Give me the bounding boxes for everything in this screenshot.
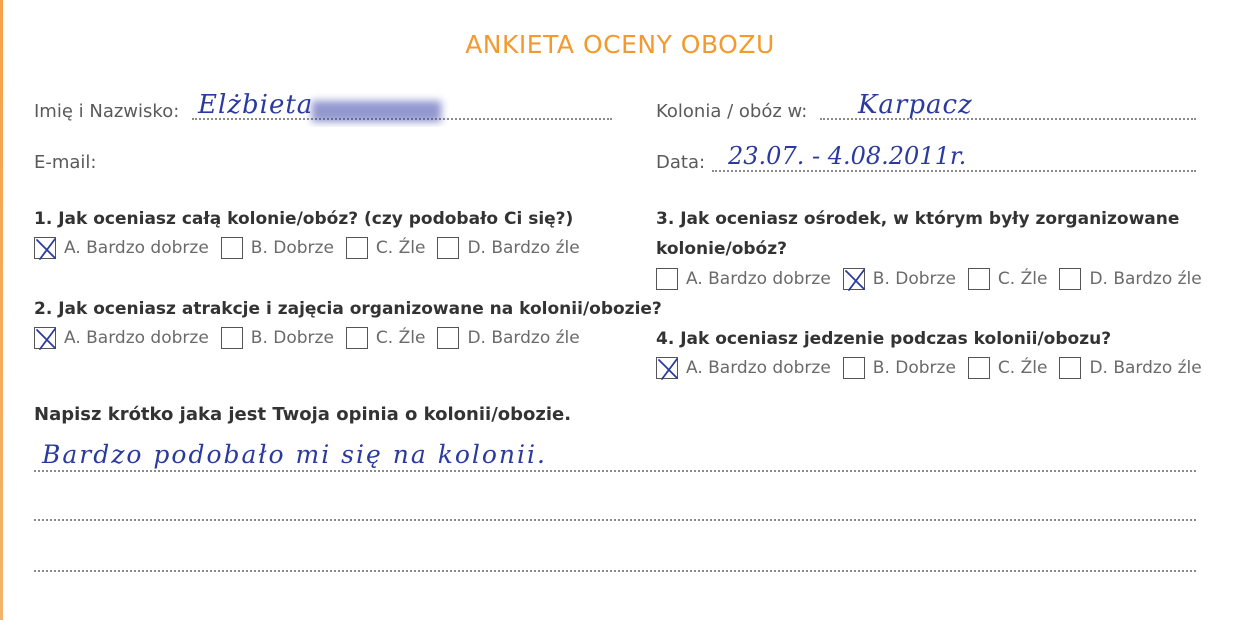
option-label: B. Dobrze bbox=[872, 269, 956, 289]
option-label: C. Źle bbox=[375, 238, 426, 258]
checkbox[interactable] bbox=[437, 237, 460, 259]
opinion-line-1 bbox=[34, 470, 1196, 472]
name-value[interactable]: Elżbieta bbox=[198, 90, 313, 120]
checkbox[interactable] bbox=[345, 327, 368, 349]
checkbox[interactable] bbox=[34, 237, 56, 260]
option-label: A. Bardzo dobrze bbox=[64, 328, 209, 348]
question-4-option-b[interactable]: B. Dobrze bbox=[842, 357, 956, 379]
option-label: C. Źle bbox=[375, 328, 426, 348]
checkbox[interactable] bbox=[842, 268, 865, 291]
opinion-prompt: Napisz krótko jaka jest Twoja opinia o k… bbox=[34, 404, 572, 425]
date-value[interactable]: 23.07. - 4.08.2011r. bbox=[728, 142, 966, 170]
checkbox[interactable] bbox=[656, 268, 678, 290]
question-3-option-c[interactable]: C. Źle bbox=[967, 268, 1048, 290]
checkbox[interactable] bbox=[1059, 268, 1082, 290]
question-4-options: A. Bardzo dobrze B. Dobrze C. Źle D. Bardzo… bbox=[656, 357, 1214, 380]
question-1-text: 1. Jak oceniasz całą kolonie/obóz? (czy … bbox=[34, 209, 574, 229]
camp-label: Kolonia / obóz w: bbox=[656, 101, 808, 122]
name-label: Imię i Nazwisko: bbox=[34, 101, 180, 122]
question-2-option-c[interactable]: C. Źle bbox=[345, 327, 426, 349]
option-label: C. Źle bbox=[997, 269, 1048, 289]
email-label: E-mail: bbox=[34, 152, 97, 173]
checkbox[interactable] bbox=[34, 327, 56, 350]
check-mark-icon bbox=[658, 358, 678, 380]
question-2-text: 2. Jak oceniasz atrakcje i zajęcia organ… bbox=[34, 299, 662, 319]
camp-value[interactable]: Karpacz bbox=[858, 90, 973, 120]
question-4-option-d[interactable]: D. Bardzo źle bbox=[1059, 357, 1202, 379]
option-label: D. Bardzo źle bbox=[1089, 358, 1202, 378]
question-3-option-b[interactable]: B. Dobrze bbox=[842, 268, 956, 291]
option-label: A. Bardzo dobrze bbox=[686, 269, 831, 289]
option-label: A. Bardzo dobrze bbox=[686, 358, 831, 378]
option-label: C. Źle bbox=[997, 358, 1048, 378]
date-line bbox=[712, 170, 1196, 172]
check-mark-icon bbox=[36, 328, 56, 350]
question-2-options: A. Bardzo dobrze B. Dobrze C. Źle D. Bardzo… bbox=[34, 327, 592, 350]
email-redaction bbox=[108, 127, 618, 179]
option-label: B. Dobrze bbox=[250, 238, 334, 258]
check-mark-icon bbox=[844, 269, 865, 291]
checkbox[interactable] bbox=[220, 237, 243, 259]
option-label: B. Dobrze bbox=[872, 358, 956, 378]
option-label: D. Bardzo źle bbox=[467, 328, 580, 348]
option-label: B. Dobrze bbox=[250, 328, 334, 348]
option-label: A. Bardzo dobrze bbox=[64, 238, 209, 258]
checkbox[interactable] bbox=[967, 268, 990, 290]
checkbox[interactable] bbox=[842, 357, 865, 379]
checkbox[interactable] bbox=[345, 237, 368, 259]
checkbox[interactable] bbox=[220, 327, 243, 349]
question-4-option-a[interactable]: A. Bardzo dobrze bbox=[656, 357, 831, 380]
option-label: D. Bardzo źle bbox=[467, 238, 580, 258]
opinion-answer[interactable]: Bardzo podobało mi się na kolonii. bbox=[42, 440, 547, 469]
question-3-options: A. Bardzo dobrze B. Dobrze C. Źle D. Bardzo… bbox=[656, 268, 1214, 291]
question-1-options: A. Bardzo dobrze B. Dobrze C. Źle D. Bardzo… bbox=[34, 237, 592, 260]
checkbox[interactable] bbox=[437, 327, 460, 349]
checkbox[interactable] bbox=[967, 357, 990, 379]
question-1-option-a[interactable]: A. Bardzo dobrze bbox=[34, 237, 209, 260]
question-4-text: 4. Jak oceniasz jedzenie podczas kolonii… bbox=[656, 329, 1112, 349]
question-3-text-line1: 3. Jak oceniasz ośrodek, w którym były z… bbox=[656, 209, 1180, 229]
page-edge bbox=[0, 0, 3, 620]
check-mark-icon bbox=[36, 238, 56, 260]
date-label: Data: bbox=[656, 152, 706, 173]
form-title: ANKIETA OCENY OBOZU bbox=[465, 30, 775, 59]
opinion-line-3 bbox=[34, 570, 1196, 572]
question-4-option-c[interactable]: C. Źle bbox=[967, 357, 1048, 379]
question-3-option-a[interactable]: A. Bardzo dobrze bbox=[656, 268, 831, 290]
checkbox[interactable] bbox=[1059, 357, 1082, 379]
question-2-option-a[interactable]: A. Bardzo dobrze bbox=[34, 327, 209, 350]
opinion-line-2 bbox=[34, 519, 1196, 521]
name-surname-blurred: ▆▆▆▆▆▆▆ bbox=[312, 94, 442, 122]
checkbox[interactable] bbox=[656, 357, 678, 380]
question-1-option-b[interactable]: B. Dobrze bbox=[220, 237, 334, 259]
question-2-option-d[interactable]: D. Bardzo źle bbox=[437, 327, 580, 349]
question-3-option-d[interactable]: D. Bardzo źle bbox=[1059, 268, 1202, 290]
question-1-option-d[interactable]: D. Bardzo źle bbox=[437, 237, 580, 259]
question-3-text-line2: kolonie/obóz? bbox=[656, 239, 787, 259]
option-label: D. Bardzo źle bbox=[1089, 269, 1202, 289]
question-2-option-b[interactable]: B. Dobrze bbox=[220, 327, 334, 349]
question-1-option-c[interactable]: C. Źle bbox=[345, 237, 426, 259]
